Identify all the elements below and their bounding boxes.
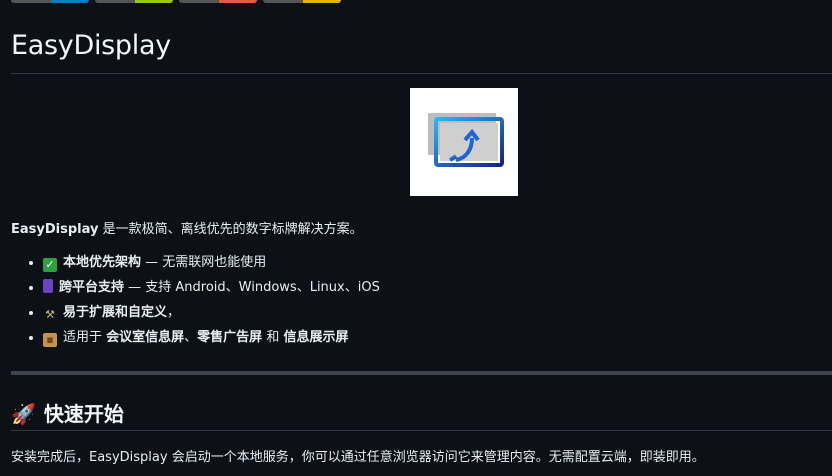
intro-brand: EasyDisplay (11, 222, 99, 237)
intro-paragraph: EasyDisplay 是一款极简、离线优先的数字标牌解决方案。 (11, 218, 363, 237)
quickstart-paragraph: 安装完成后，EasyDisplay 会启动一个本地服务，你可以通过任意浏览器访问… (11, 450, 705, 465)
list-item: ▪ 适用于 会议室信息屏、零售广告屏 和 信息展示屏 (43, 327, 380, 352)
feature-text: — 支持 Android、Windows、Linux、iOS (124, 280, 380, 295)
list-item: ⚒ 易于扩展和自定义， (43, 302, 380, 327)
feature-title: 会议室信息屏 (106, 330, 185, 345)
app-logo (410, 88, 518, 196)
readme-page: EasyDisplay EasyDisplay 是一款极简、离线优先的数字标牌解… (0, 0, 832, 476)
monitor-sync-icon (428, 113, 504, 170)
check-mark-icon: ✓ (43, 258, 57, 272)
heading-divider (11, 430, 832, 431)
badge-2[interactable] (95, 0, 173, 3)
rocket-icon: 🚀 (11, 402, 36, 426)
feature-title: 本地优先架构 (63, 255, 142, 270)
feature-list: ✓ 本地优先架构 — 无需联网也能使用 跨平台支持 — 支持 Android、Wi… (11, 252, 380, 352)
title-divider (11, 73, 832, 74)
badge-3[interactable] (179, 0, 257, 3)
tools-icon: ⚒ (45, 308, 55, 321)
mobile-phone-icon (43, 279, 53, 293)
section-heading: 🚀 快速开始 (11, 398, 124, 427)
badge-1[interactable] (11, 0, 89, 3)
feature-title: 跨平台支持 (59, 280, 125, 295)
section-divider (11, 371, 832, 375)
feature-text: — 无需联网也能使用 (141, 255, 267, 270)
feature-text: 和 (262, 330, 284, 345)
list-item: 跨平台支持 — 支持 Android、Windows、Linux、iOS (43, 277, 380, 302)
feature-title: 信息展示屏 (283, 330, 349, 345)
feature-text: 、 (184, 330, 198, 345)
page-title: EasyDisplay (11, 30, 171, 61)
package-icon: ▪ (43, 333, 57, 347)
intro-text: 是一款极简、离线优先的数字标牌解决方案。 (98, 222, 363, 237)
feature-text: 适用于 (63, 330, 107, 345)
feature-title: 零售广告屏 (197, 330, 263, 345)
list-item: ✓ 本地优先架构 — 无需联网也能使用 (43, 252, 380, 277)
feature-text: ， (167, 305, 181, 320)
feature-title: 易于扩展和自定义 (63, 305, 168, 320)
section-heading-text: 快速开始 (43, 402, 124, 426)
badge-4[interactable] (263, 0, 341, 3)
badge-row (11, 0, 341, 3)
